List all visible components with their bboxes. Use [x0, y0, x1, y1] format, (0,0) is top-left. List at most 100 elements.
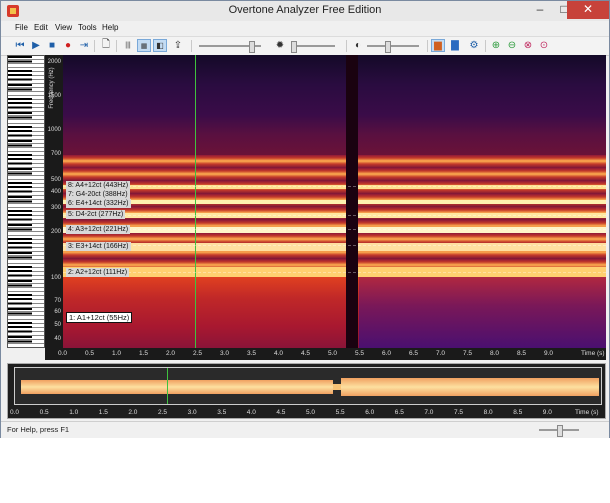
brightness-slider[interactable] [291, 41, 335, 53]
waveform-segment [341, 378, 599, 396]
stop-button[interactable]: ■ [45, 39, 59, 52]
play-icon: ▶ [32, 40, 40, 51]
waveform-time-tick: 4.5 [276, 409, 286, 416]
volume-slider[interactable] [199, 41, 261, 53]
time-tick: 6.0 [382, 350, 392, 357]
toolbar-separator [427, 40, 428, 52]
waveform-time-tick: 1.0 [69, 409, 79, 416]
harmonic-label-selected[interactable]: 1: A1+12ct (55Hz) [66, 312, 133, 323]
waveform-gap [333, 384, 341, 390]
export-button[interactable]: ⇪ [171, 39, 185, 52]
brightness-button[interactable]: ✹ [273, 39, 287, 52]
menu-bar: File Edit View Tools Help [1, 21, 609, 36]
menu-tools[interactable]: Tools [78, 23, 97, 32]
view-piano-button[interactable]: ||| [121, 39, 135, 52]
piano-keyboard[interactable] [7, 55, 45, 348]
record-icon: ● [64, 40, 72, 51]
time-tick: 0.0 [58, 350, 68, 357]
waveform-time-tick: 1.5 [98, 409, 108, 416]
harmonic-label[interactable]: 5: D4-2ct (277Hz) [66, 210, 126, 219]
stop-icon: ■ [48, 40, 56, 51]
waveform-time-tick: 7.5 [454, 409, 464, 416]
frequency-axis: Frequency (Hz) 2000 1500 1000 700 500 40… [45, 55, 63, 348]
time-tick: 2.5 [193, 350, 203, 357]
menu-file[interactable]: File [15, 23, 28, 32]
close-button[interactable]: ✕ [567, 1, 609, 19]
harmonic-label[interactable]: 3: E3+14ct (166Hz) [66, 242, 131, 251]
waveform-time-tick: 8.0 [483, 409, 493, 416]
toolbar-separator [346, 40, 347, 52]
settings-button[interactable]: ⚙ [467, 39, 481, 52]
export-icon: ⇪ [173, 40, 183, 51]
note-guide-line [63, 272, 606, 273]
time-tick: 1.5 [139, 350, 149, 357]
note-guide-line [63, 229, 606, 230]
waveform-view[interactable] [14, 367, 602, 405]
waveform-time-tick: 9.0 [542, 409, 552, 416]
zoom-reset-button[interactable]: ⊗ [521, 39, 535, 52]
harmonic-line [63, 200, 606, 204]
menu-help[interactable]: Help [102, 23, 118, 32]
status-zoom-slider-thumb[interactable] [557, 425, 563, 437]
time-tick: 1.0 [112, 350, 122, 357]
contrast-slider-thumb[interactable] [385, 41, 391, 53]
gear-icon: ⚙ [469, 40, 479, 51]
harmonic-label[interactable]: 8: A4+12ct (443Hz) [66, 181, 131, 190]
frequency-tick: 400 [50, 189, 61, 195]
spectrogram-noise-band [63, 55, 606, 115]
minimize-button[interactable]: – [527, 1, 553, 19]
new-document-button[interactable]: 🗋 [99, 39, 113, 52]
waveform-time-tick: 5.0 [306, 409, 316, 416]
zoom-fit-button[interactable]: ⊙ [537, 39, 551, 52]
zoom-in-button[interactable]: ⊕ [489, 39, 503, 52]
waveform-time-tick: 5.5 [335, 409, 345, 416]
zoom-reset-icon: ⊗ [523, 40, 533, 51]
contrast-button[interactable]: ◐ [351, 39, 365, 52]
grid-icon: ▦ [140, 42, 148, 50]
repeat-button[interactable]: ⇥ [77, 39, 91, 52]
harmonic-label[interactable]: 7: G4-20ct (388Hz) [66, 190, 130, 199]
overview-cursor[interactable] [167, 368, 168, 404]
volume-slider-thumb[interactable] [249, 41, 255, 53]
time-tick: 7.5 [463, 350, 473, 357]
play-button[interactable]: ▶ [29, 39, 43, 52]
view-linear-button[interactable]: ▦ [137, 39, 151, 52]
waveform-time-axis-title: Time (s) [575, 409, 599, 416]
zoom-fit-icon: ⊙ [539, 40, 549, 51]
waveform-time-tick: 2.0 [128, 409, 138, 416]
frequency-tick: 1500 [47, 93, 61, 99]
time-tick: 5.0 [328, 350, 338, 357]
frequency-tick: 700 [50, 151, 61, 157]
waveform-time-tick: 4.0 [246, 409, 256, 416]
zoom-out-button[interactable]: ⊖ [505, 39, 519, 52]
playback-cursor[interactable] [195, 55, 196, 348]
toolbar: ⏮ ▶ ■ ● ⇥ 🗋 ||| ▦ ◧ ⇪ ✹ ◐ ▆ ▇ ⚙ ⊕ ⊖ ⊗ ⊙ [1, 36, 609, 56]
waveform-time-tick: 2.5 [158, 409, 168, 416]
skip-back-icon: ⏮ [15, 40, 25, 51]
view-split-button[interactable]: ◧ [153, 39, 167, 52]
repeat-icon: ⇥ [79, 40, 89, 51]
frequency-tick: 50 [54, 322, 61, 328]
waveform-time-tick: 7.0 [424, 409, 434, 416]
toolbar-separator [485, 40, 486, 52]
menu-edit[interactable]: Edit [34, 23, 48, 32]
title-bar[interactable]: Overtone Analyzer Free Edition – □ ✕ [1, 1, 609, 21]
note-guide-line [63, 215, 606, 216]
time-tick: 8.5 [517, 350, 527, 357]
harmonic-label[interactable]: 2: A2+12ct (111Hz) [66, 268, 130, 277]
harmonic-label[interactable]: 4: A3+12ct (221Hz) [66, 225, 131, 234]
waveform-time-tick: 3.5 [217, 409, 227, 416]
time-tick: 8.0 [490, 350, 500, 357]
contrast-slider[interactable] [367, 41, 419, 53]
status-bar: For Help, press F1 [1, 421, 609, 438]
spectrum-mode-button[interactable]: ▇ [448, 39, 462, 52]
menu-view[interactable]: View [55, 23, 72, 32]
skip-back-button[interactable]: ⏮ [13, 39, 27, 52]
brightness-slider-thumb[interactable] [291, 41, 297, 53]
waveform-overview[interactable]: 0.0 0.5 1.0 1.5 2.0 2.5 3.0 3.5 4.0 4.5 5.0 5.5 6.0 6… [7, 363, 606, 419]
harmonic-label[interactable]: 6: E4+14ct (332Hz) [66, 199, 131, 208]
record-button[interactable]: ● [61, 39, 75, 52]
spectrogram-view[interactable]: 8: A4+12ct (443Hz) 7: G4-20ct (388Hz) 6:… [63, 55, 606, 348]
spectrum-color-button[interactable]: ▆ [431, 39, 445, 52]
status-zoom-slider[interactable] [539, 425, 579, 437]
